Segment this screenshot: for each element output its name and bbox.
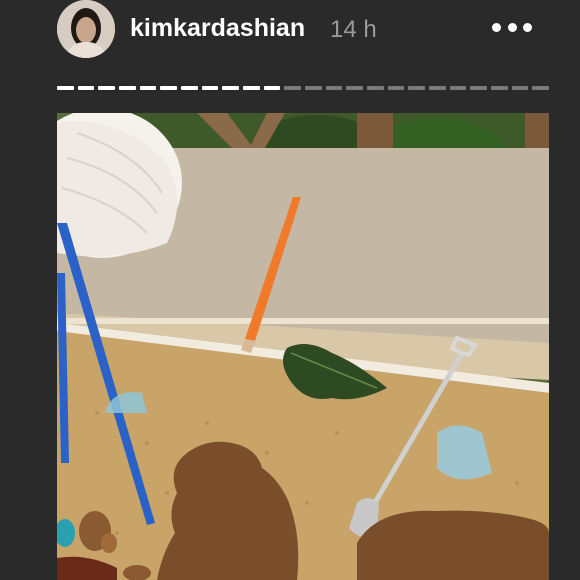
progress-segment-remaining: [346, 86, 364, 90]
avatar-image: [57, 0, 115, 58]
story-header: kimkardashian 14 h: [0, 0, 580, 62]
story-media[interactable]: [57, 113, 549, 580]
progress-segment-remaining: [470, 86, 488, 90]
progress-segment-viewed: [263, 86, 281, 90]
progress-segment-remaining: [491, 86, 508, 90]
progress-segment-remaining: [284, 86, 302, 90]
story-progress-bar: [57, 86, 550, 90]
progress-segment-viewed: [77, 86, 95, 90]
progress-segment-remaining: [408, 86, 426, 90]
progress-segment-viewed: [57, 86, 74, 90]
progress-segment-viewed: [98, 86, 116, 90]
progress-segment-remaining: [429, 86, 446, 90]
progress-segment-viewed: [222, 86, 240, 90]
progress-segment-remaining: [367, 86, 384, 90]
progress-segment-viewed: [243, 86, 260, 90]
more-horizontal-icon: [507, 22, 517, 32]
more-horizontal-icon: [492, 22, 501, 32]
progress-segment-remaining: [511, 86, 529, 90]
progress-segment-remaining: [449, 86, 467, 90]
progress-segment-remaining: [305, 86, 322, 90]
progress-segment-remaining: [387, 86, 405, 90]
progress-segment-viewed: [119, 86, 136, 90]
username[interactable]: kimkardashian: [130, 14, 305, 43]
profile-avatar[interactable]: [57, 0, 115, 58]
progress-segment-remaining: [325, 86, 343, 90]
progress-segment-viewed: [139, 86, 157, 90]
progress-segment-viewed: [181, 86, 198, 90]
more-options-button[interactable]: [488, 12, 536, 42]
timestamp: 14 h: [330, 16, 377, 43]
more-horizontal-icon: [523, 22, 532, 32]
progress-segment-remaining: [532, 86, 550, 90]
progress-segment-viewed: [201, 86, 219, 90]
story-photo: [57, 113, 549, 580]
progress-segment-viewed: [160, 86, 178, 90]
